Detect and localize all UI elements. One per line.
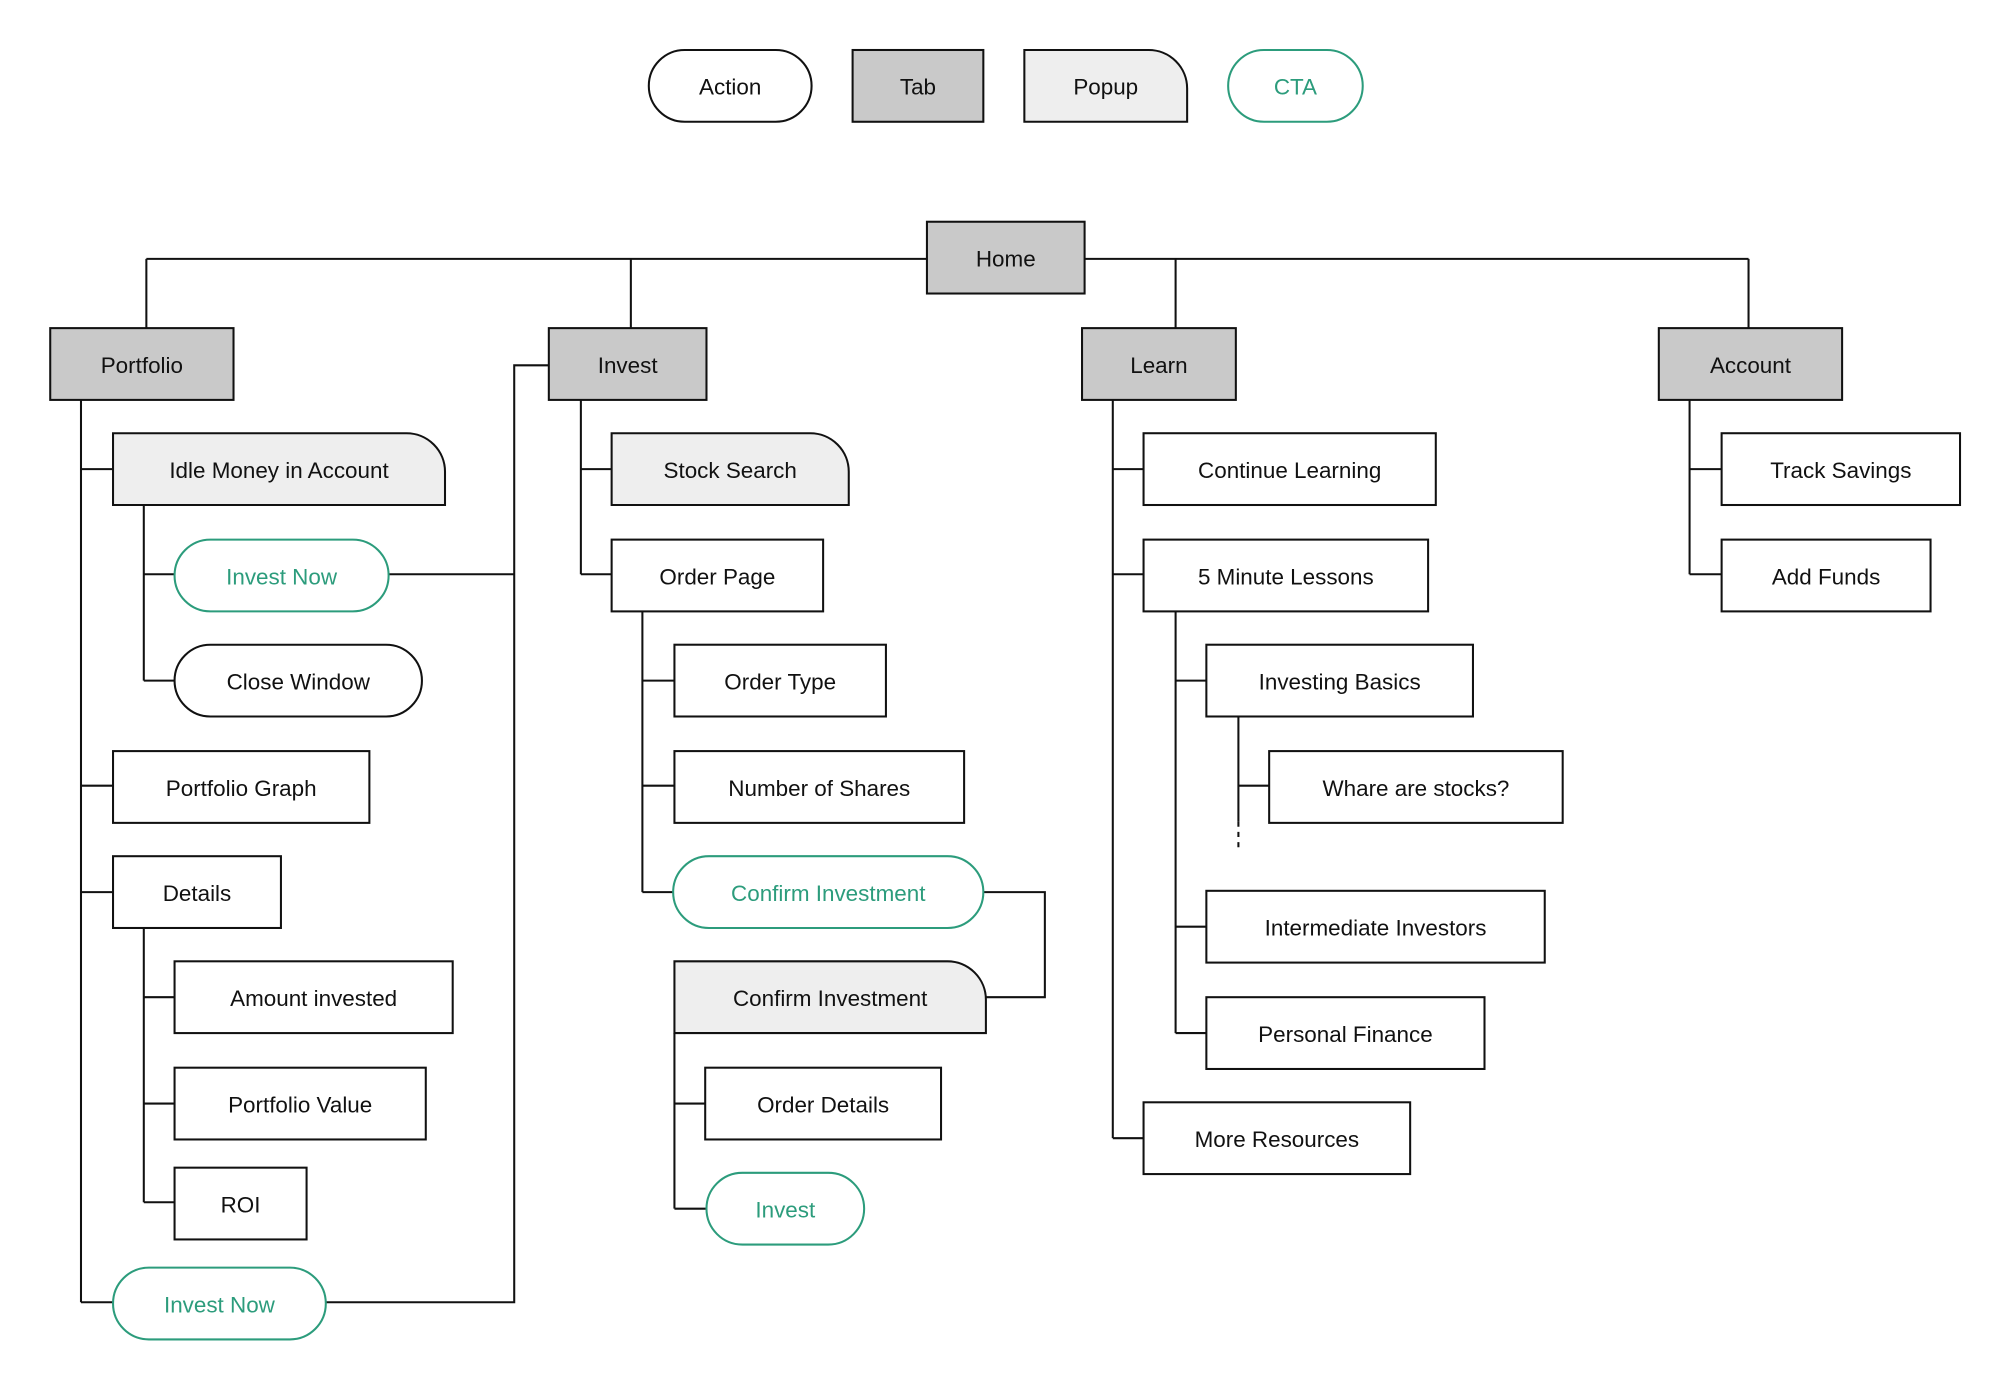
node-investcta: Invest — [705, 1171, 866, 1246]
node-contlearn: Continue Learning — [1142, 432, 1437, 507]
node-moreres: More Resources — [1142, 1101, 1412, 1176]
node-addfunds: Add Funds — [1720, 538, 1932, 613]
node-label: Portfolio Graph — [166, 776, 317, 801]
node-whatstocks: Whare are stocks? — [1268, 750, 1564, 824]
node-orderpage: Order Page — [610, 538, 825, 613]
legend-lg-action: Action — [647, 48, 813, 123]
node-label: Confirm Investment — [733, 986, 928, 1011]
node-label: 5 Minute Lessons — [1198, 564, 1374, 589]
node-details: Details — [112, 855, 282, 930]
node-label: Track Savings — [1770, 458, 1911, 483]
node-amount: Amount invested — [173, 960, 454, 1035]
node-tracksav: Track Savings — [1720, 432, 1962, 507]
nodes: Home Portfolio Invest Learn Account Idle Mone… — [49, 220, 1962, 1341]
node-label: Close Window — [227, 669, 371, 694]
legend: Action Tab Popup CTA — [647, 48, 1364, 123]
node-label: Invest Now — [164, 1292, 276, 1317]
node-orderdetails: Order Details — [704, 1066, 943, 1141]
node-label: Tab — [900, 75, 936, 100]
node-label: Order Type — [724, 669, 836, 694]
node-label: Invest — [755, 1197, 816, 1222]
node-stocksearch: Stock Search — [610, 432, 850, 507]
node-label: Action — [699, 75, 761, 100]
node-label: Add Funds — [1772, 564, 1880, 589]
node-idle: Idle Money in Account — [112, 432, 447, 507]
node-investnow2: Invest Now — [112, 1266, 327, 1341]
node-ordertype: Order Type — [673, 643, 887, 718]
legend-lg-tab: Tab — [851, 48, 985, 123]
connector-line — [983, 891, 1046, 999]
node-label: Investing Basics — [1259, 669, 1421, 694]
node-label: Popup — [1073, 75, 1138, 100]
node-label: Intermediate Investors — [1265, 915, 1487, 940]
node-confirmcta: Confirm Investment — [672, 855, 985, 930]
node-label: Continue Learning — [1198, 458, 1381, 483]
node-label: Account — [1710, 353, 1792, 378]
node-pvalue: Portfolio Value — [173, 1066, 427, 1141]
node-home: Home — [925, 220, 1086, 295]
node-label: Confirm Investment — [731, 881, 926, 906]
node-label: Portfolio — [101, 353, 183, 378]
node-fivemin: 5 Minute Lessons — [1142, 538, 1430, 613]
node-personal: Personal Finance — [1205, 996, 1486, 1070]
node-numshares: Number of Shares — [673, 750, 966, 824]
node-closewin: Close Window — [173, 643, 423, 718]
node-label: Learn — [1130, 353, 1187, 378]
node-label: Home — [976, 246, 1036, 271]
node-invest: Invest — [547, 327, 708, 401]
node-portfolio: Portfolio — [49, 327, 235, 401]
node-confirmpopup: Confirm Investment — [673, 960, 987, 1035]
node-label: ROI — [221, 1192, 261, 1217]
node-label: Whare are stocks? — [1322, 776, 1509, 801]
node-basics: Investing Basics — [1205, 643, 1474, 718]
node-label: Stock Search — [664, 458, 797, 483]
node-label: More Resources — [1195, 1127, 1360, 1152]
node-label: Number of Shares — [728, 776, 910, 801]
node-label: Order Page — [659, 564, 775, 589]
node-account: Account — [1657, 327, 1844, 401]
node-label: Invest — [598, 353, 659, 378]
node-investnow1: Invest Now — [173, 538, 390, 613]
node-label: Details — [163, 881, 232, 906]
node-label: Order Details — [757, 1092, 889, 1117]
node-label: Portfolio Value — [228, 1092, 372, 1117]
node-label: Personal Finance — [1258, 1022, 1432, 1047]
node-intermediate: Intermediate Investors — [1205, 889, 1546, 964]
sitemap-diagram: Action Tab Popup CTA Home Portfolio Invest Lea… — [49, 48, 1962, 1341]
legend-lg-cta: CTA — [1227, 48, 1364, 123]
node-label: Amount invested — [230, 986, 397, 1011]
node-pgraph: Portfolio Graph — [112, 750, 371, 824]
legend-lg-popup: Popup — [1023, 48, 1189, 123]
node-label: Idle Money in Account — [169, 458, 389, 483]
node-learn: Learn — [1081, 327, 1237, 401]
node-label: CTA — [1274, 75, 1317, 100]
node-roi: ROI — [173, 1166, 308, 1241]
node-label: Invest Now — [226, 564, 338, 589]
